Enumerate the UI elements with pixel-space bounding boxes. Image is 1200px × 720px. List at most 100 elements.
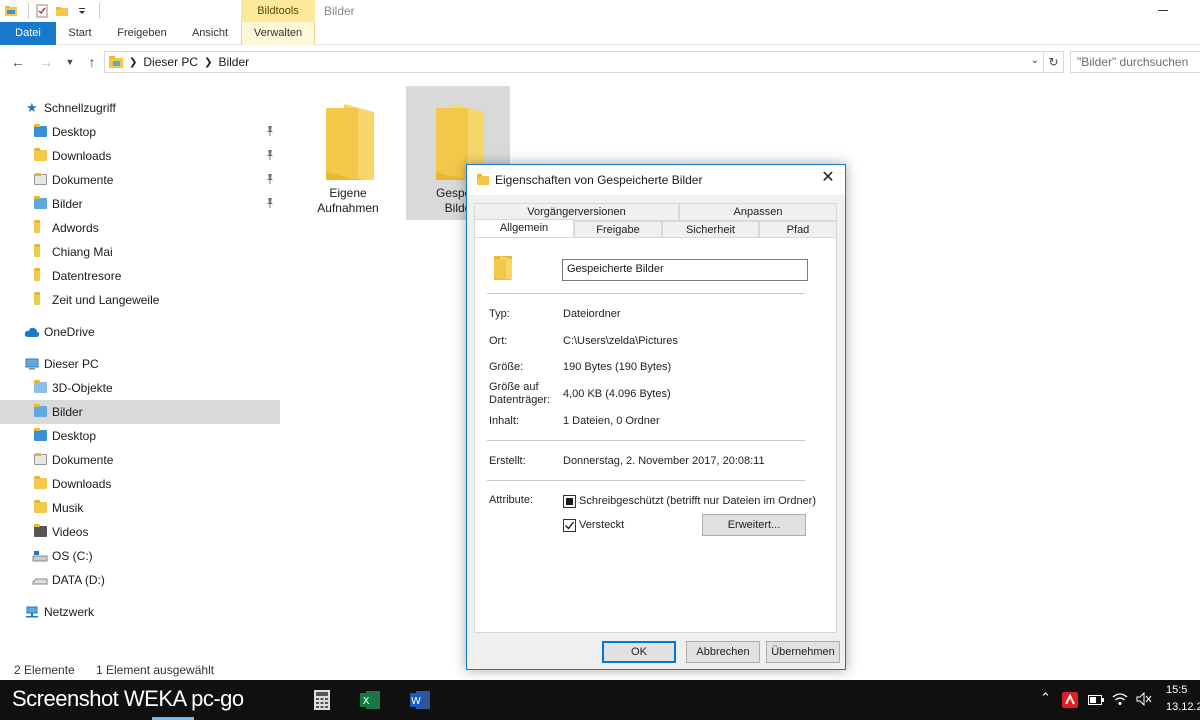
pictures-folder-icon: [34, 196, 48, 210]
sidebar-item-quick-access[interactable]: ★ Schnellzugriff: [0, 96, 280, 120]
apply-button[interactable]: Übernehmen: [766, 641, 840, 663]
type-label: Typ:: [489, 308, 510, 320]
cloud-icon: [24, 327, 40, 337]
svg-text:X: X: [363, 696, 370, 707]
back-button[interactable]: ←: [10, 54, 26, 70]
size-label: Größe:: [489, 361, 524, 373]
disk-size-label: Größe auf Datenträger:: [489, 381, 551, 406]
sidebar-item-3d-objects[interactable]: 3D-Objekte: [0, 376, 280, 400]
quick-access-toolbar: [4, 3, 100, 19]
folder-icon: [326, 104, 374, 180]
tab-file[interactable]: Datei: [0, 22, 56, 45]
ok-button[interactable]: OK: [602, 641, 676, 663]
readonly-checkbox[interactable]: [563, 495, 576, 508]
window-title: Bilder: [324, 4, 355, 18]
drive-icon: [32, 551, 48, 562]
folder-icon: [34, 244, 48, 258]
sidebar-item-network[interactable]: Netzwerk: [0, 600, 280, 624]
contents-label: Inhalt:: [489, 415, 519, 427]
volume-muted-icon[interactable]: [1136, 692, 1152, 706]
pictures-folder-icon: [109, 56, 123, 68]
toolbar-divider: [99, 3, 100, 19]
forward-button[interactable]: →: [38, 54, 54, 70]
sidebar-item-pc-downloads[interactable]: Downloads: [0, 472, 280, 496]
antivirus-icon[interactable]: [1062, 692, 1078, 708]
up-button[interactable]: ↑: [84, 54, 100, 70]
pin-icon[interactable]: [266, 174, 274, 184]
tab-view[interactable]: Ansicht: [184, 22, 236, 45]
tab-general[interactable]: Allgemein: [474, 219, 574, 239]
minimize-button[interactable]: [1158, 10, 1168, 11]
excel-icon[interactable]: X: [358, 688, 382, 712]
music-folder-icon: [34, 500, 48, 514]
cancel-button[interactable]: Abbrechen: [686, 641, 760, 663]
selection-count: 1 Element ausgewählt: [96, 663, 215, 677]
sidebar-item-desktop[interactable]: Desktop: [0, 120, 280, 144]
hidden-checkbox[interactable]: [563, 519, 576, 532]
recent-locations-button[interactable]: ▼: [62, 54, 78, 70]
tab-customize[interactable]: Anpassen: [679, 203, 837, 221]
sidebar-item-pictures[interactable]: Bilder: [0, 192, 280, 216]
breadcrumb-separator: ❯: [204, 56, 213, 68]
calculator-icon[interactable]: [310, 688, 334, 712]
word-icon[interactable]: W: [408, 688, 432, 712]
chevron-down-icon[interactable]: [75, 4, 89, 18]
videos-folder-icon: [34, 524, 48, 538]
address-field[interactable]: ❯ Dieser PC ❯ Bilder ⌄: [104, 51, 1044, 73]
sidebar-item-music[interactable]: Musik: [0, 496, 280, 520]
sidebar-item-this-pc[interactable]: Dieser PC: [0, 352, 280, 376]
battery-icon[interactable]: [1088, 694, 1104, 706]
tab-share[interactable]: Freigeben: [110, 22, 174, 45]
new-folder-icon[interactable]: [55, 4, 69, 18]
close-button[interactable]: ✕: [821, 170, 835, 186]
properties-icon[interactable]: [35, 4, 49, 18]
sidebar-item-drive-d[interactable]: DATA (D:): [0, 568, 280, 592]
pin-icon[interactable]: [266, 150, 274, 160]
watermark-text: Screenshot WEKA pc-go: [12, 686, 244, 711]
chevron-down-icon[interactable]: ⌄: [1031, 55, 1039, 66]
chevron-up-icon[interactable]: ⌃: [1040, 690, 1051, 706]
sidebar-item-documents[interactable]: Dokumente: [0, 168, 280, 192]
breadcrumb-pictures[interactable]: Bilder: [218, 55, 249, 69]
sidebar-item-pictures-selected[interactable]: Bilder: [0, 400, 280, 424]
computer-icon: [25, 358, 39, 370]
pin-icon[interactable]: [266, 126, 274, 136]
item-count: 2 Elemente: [14, 663, 75, 677]
sidebar-item-drive-c[interactable]: OS (C:): [0, 544, 280, 568]
pin-icon[interactable]: [266, 198, 274, 208]
breadcrumb-this-pc[interactable]: Dieser PC: [143, 55, 198, 69]
documents-folder-icon: [34, 453, 48, 466]
search-input[interactable]: "Bilder" durchsuchen: [1070, 51, 1200, 73]
sidebar-item-datentresore[interactable]: Datentresore: [0, 264, 280, 288]
desktop-folder-icon: [34, 428, 48, 442]
refresh-button[interactable]: ↻: [1044, 51, 1064, 73]
sidebar-item-pc-desktop[interactable]: Desktop: [0, 424, 280, 448]
divider: [487, 440, 805, 441]
ribbon-tabs: Datei Start Freigeben Ansicht Verwalten: [0, 22, 1200, 45]
folder-name-input[interactable]: Gespeicherte Bilder: [562, 259, 808, 281]
desktop-folder-icon: [34, 124, 48, 138]
system-clock[interactable]: 15:5 13.12.2: [1166, 682, 1200, 716]
drive-icon: [32, 578, 48, 585]
sidebar-item-downloads[interactable]: Downloads: [0, 144, 280, 168]
general-panel: Gespeicherte Bilder Typ: Dateiordner Ort…: [474, 237, 837, 633]
wifi-icon[interactable]: [1112, 692, 1128, 706]
folder-item[interactable]: Eigene Aufnahmen: [296, 86, 400, 220]
size-value: 190 Bytes (190 Bytes): [563, 361, 672, 373]
sidebar-item-zeit-und-langeweile[interactable]: Zeit und Langeweile: [0, 288, 280, 312]
star-icon: ★: [26, 100, 38, 115]
tab-start[interactable]: Start: [60, 22, 100, 45]
attributes-label: Attribute:: [489, 494, 534, 506]
tab-manage[interactable]: Verwalten: [241, 22, 315, 45]
sidebar-item-chiang-mai[interactable]: Chiang Mai: [0, 240, 280, 264]
folder-icon: [34, 292, 48, 306]
sidebar-item-pc-documents[interactable]: Dokumente: [0, 448, 280, 472]
divider: [487, 293, 805, 294]
address-bar-row: ← → ▼ ↑ ❯ Dieser PC ❯ Bilder ⌄ ↻ "Bilder…: [0, 46, 1200, 78]
sidebar-item-videos[interactable]: Videos: [0, 520, 280, 544]
advanced-button[interactable]: Erweitert...: [702, 514, 806, 536]
sidebar-item-onedrive[interactable]: OneDrive: [0, 320, 280, 344]
downloads-folder-icon: [34, 148, 48, 162]
sidebar-item-adwords[interactable]: Adwords: [0, 216, 280, 240]
folder-label: Aufnahmen: [317, 201, 379, 215]
